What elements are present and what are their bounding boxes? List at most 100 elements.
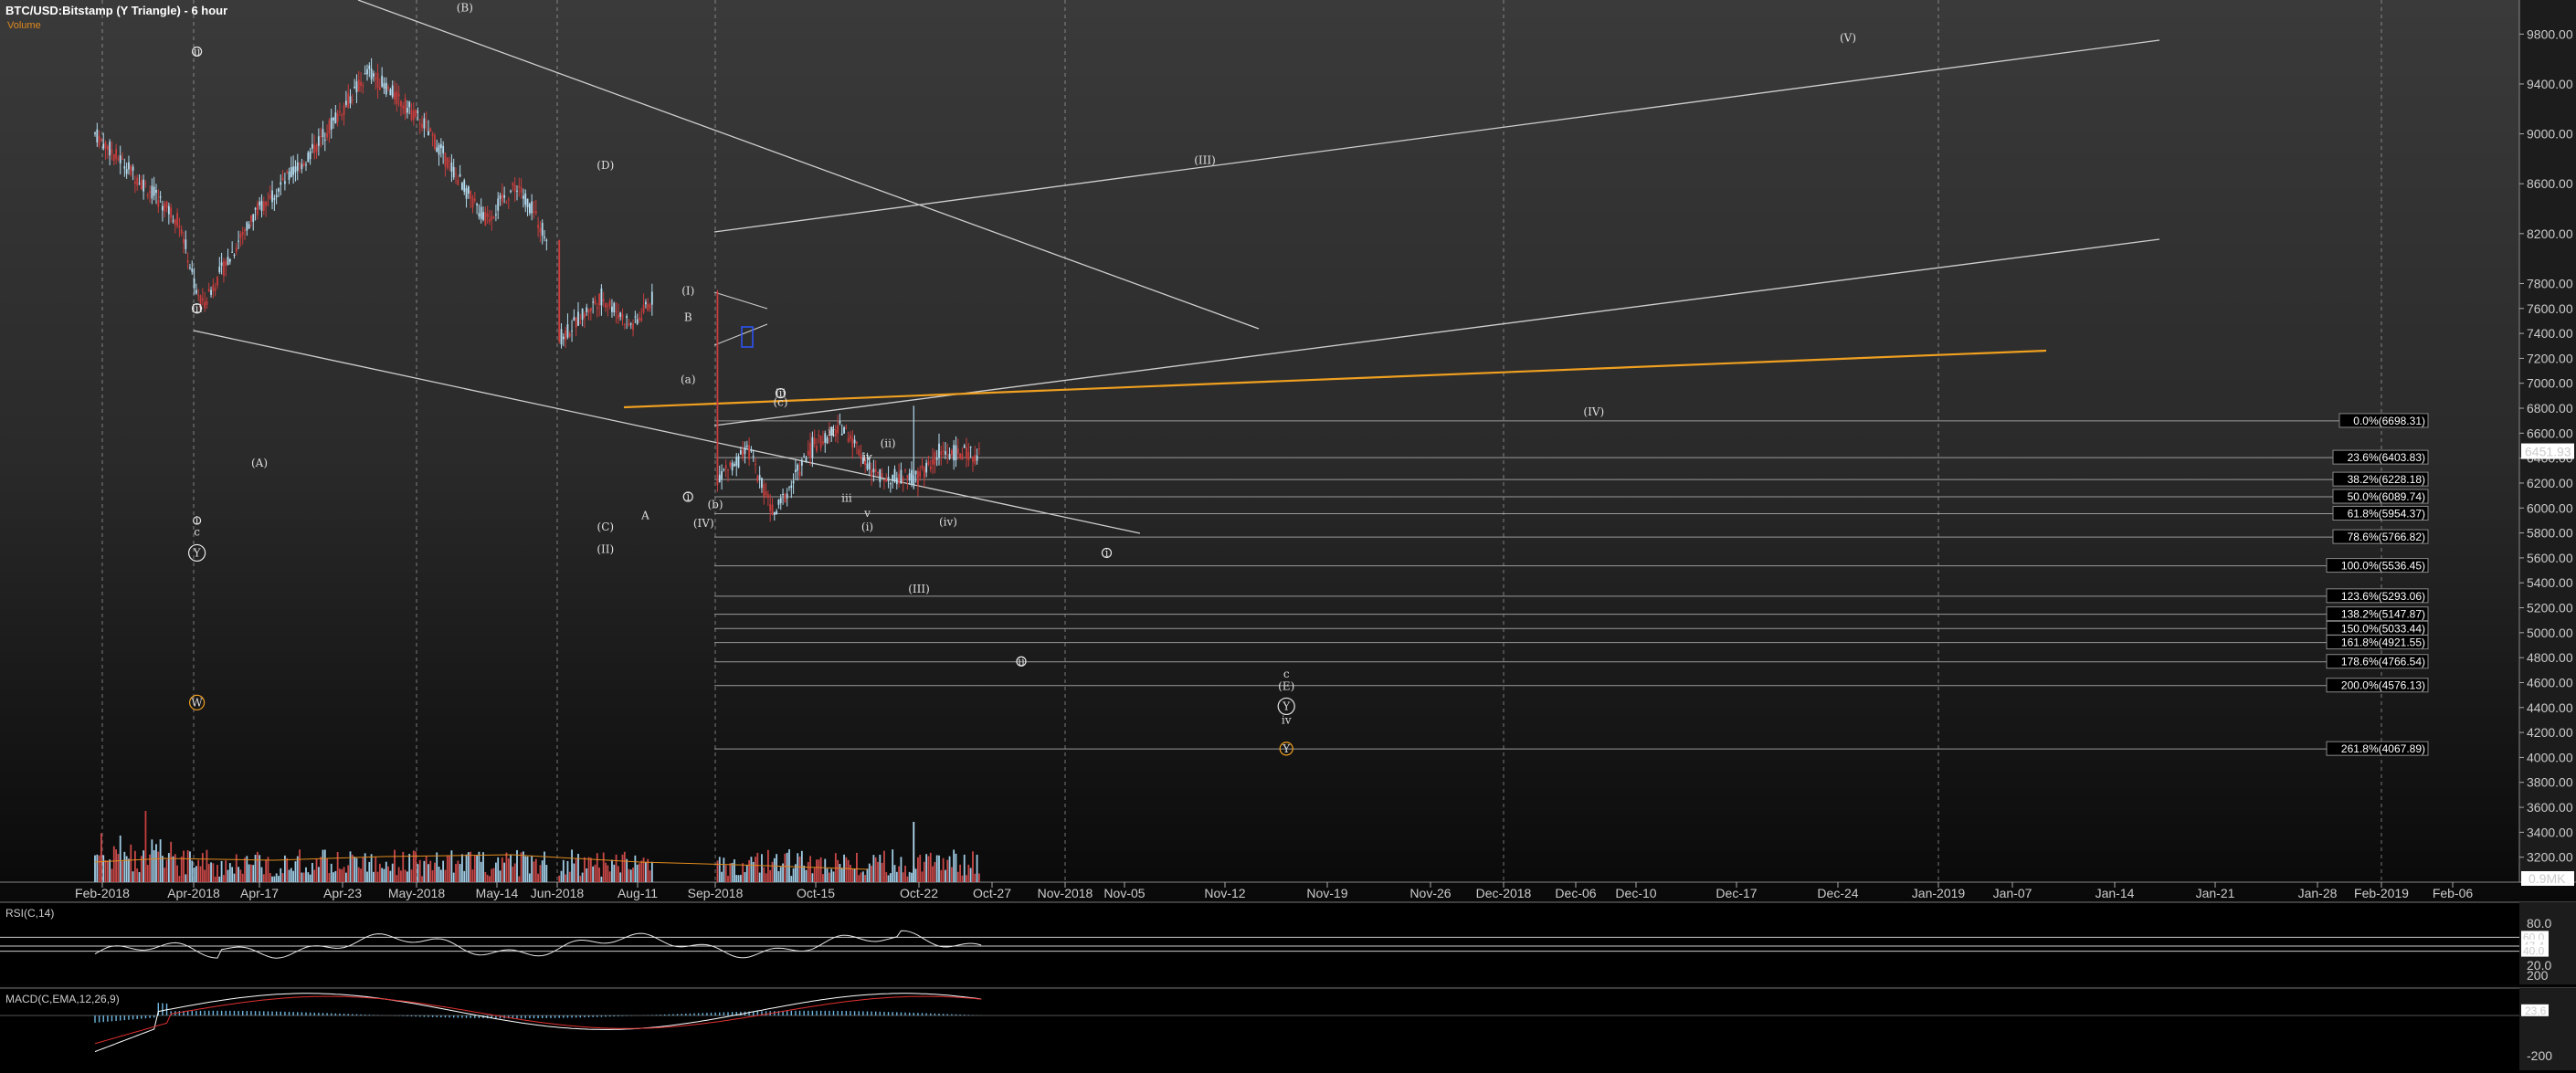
volume-bar: [503, 862, 506, 882]
volume-bar: [281, 873, 284, 882]
candle-body: [765, 491, 767, 496]
candle-body: [837, 425, 839, 434]
candle-body: [98, 135, 100, 146]
volume-bar: [444, 869, 447, 882]
volume-bar: [608, 871, 611, 882]
candle-body: [816, 446, 818, 451]
volume-bar: [874, 857, 877, 882]
candle-body: [766, 494, 769, 498]
candle-body: [938, 443, 940, 458]
candle-body: [503, 195, 506, 198]
volume-bar: [271, 876, 273, 882]
price-tick-label: 3400.00: [2527, 825, 2573, 839]
candle-body: [877, 471, 879, 473]
candle-body: [805, 458, 808, 462]
candle-body: [598, 293, 600, 306]
volume-bar: [241, 873, 244, 882]
candle-body: [955, 445, 957, 461]
candle-body: [636, 319, 639, 324]
time-tick-label: Oct-22: [900, 886, 938, 900]
volume-bar: [786, 852, 788, 882]
candle-body: [214, 288, 216, 291]
volume-bar: [932, 866, 934, 882]
candle-body: [892, 475, 894, 481]
volume-bar: [117, 854, 120, 882]
candle-body: [415, 110, 417, 117]
time-tick-label: Oct-15: [797, 886, 835, 900]
volume-bar: [183, 850, 185, 882]
candle-body: [376, 72, 379, 88]
volume-bar: [294, 861, 297, 882]
volume-bar: [587, 857, 590, 882]
volume-bar: [571, 849, 573, 882]
price-tick-label: 4200.00: [2527, 725, 2573, 740]
candle-body: [577, 311, 579, 326]
volume-bar: [969, 868, 972, 882]
volume-bar: [136, 868, 139, 882]
candle-body: [364, 73, 366, 75]
volume-bar: [959, 864, 961, 882]
volume-bar: [106, 860, 109, 882]
candle-body: [143, 179, 145, 192]
wave-label-circled: Y: [193, 546, 202, 559]
volume-bar: [265, 859, 268, 882]
candle-body: [94, 132, 96, 134]
candle-body: [619, 312, 622, 317]
volume-bar: [119, 835, 121, 882]
time-tick-label: Apr-23: [323, 886, 362, 900]
candle-body: [600, 288, 603, 306]
candle-body: [381, 75, 384, 87]
candle-body: [594, 300, 596, 304]
candle-body: [797, 464, 799, 471]
volume-bar: [195, 866, 197, 882]
volume-bar: [533, 861, 535, 882]
volume-bar: [431, 869, 434, 882]
candle-body: [235, 247, 238, 252]
volume-bar: [355, 857, 358, 882]
volume-group: [94, 811, 980, 882]
volume-bar: [566, 860, 569, 882]
candle-body: [262, 201, 265, 211]
volume-bar: [349, 851, 352, 882]
volume-bar: [164, 868, 166, 882]
candle-body: [611, 306, 613, 312]
volume-bar: [254, 855, 257, 882]
volume-bar: [470, 851, 472, 882]
volume-bar: [429, 860, 432, 882]
candle-body: [523, 195, 524, 199]
volume-bar: [645, 862, 647, 882]
volume-bar: [819, 857, 822, 882]
volume-bar: [343, 867, 345, 882]
volume-bar: [929, 852, 932, 882]
volume-bar: [417, 864, 419, 882]
volume-bar: [953, 849, 955, 882]
candle-body: [904, 469, 906, 471]
volume-bar: [383, 868, 385, 882]
chart-canvas[interactable]: 9800.00 9400.00 9000.00 8600.00 8200.00 7800.…: [0, 0, 2576, 1073]
candle-body: [914, 470, 917, 475]
volume-bar: [755, 857, 756, 882]
candle-body: [349, 96, 352, 104]
candle-body: [301, 163, 303, 170]
volume-bar: [256, 851, 259, 882]
volume-bar: [790, 876, 793, 882]
candle-body: [811, 437, 814, 458]
volume-bar: [623, 851, 626, 882]
volume-bar: [341, 868, 343, 882]
wave-label-circled: iii: [192, 302, 203, 315]
volume-bar: [186, 850, 189, 882]
candle-body: [758, 475, 761, 480]
candle-body: [109, 142, 111, 156]
volume-bar: [130, 844, 132, 882]
time-tick-label: Dec-10: [1615, 886, 1656, 900]
volume-bar: [132, 871, 134, 882]
volume-bar: [840, 868, 843, 882]
candle-body: [212, 285, 215, 291]
volume-bar: [900, 857, 903, 882]
candle-body: [634, 316, 637, 318]
volume-bar: [963, 854, 966, 882]
volume-bar: [302, 872, 305, 882]
volume-bar: [600, 876, 603, 882]
chart-stage: 9800.00 9400.00 9000.00 8600.00 8200.00 7800.…: [0, 0, 2576, 1073]
volume-bar: [418, 859, 421, 882]
